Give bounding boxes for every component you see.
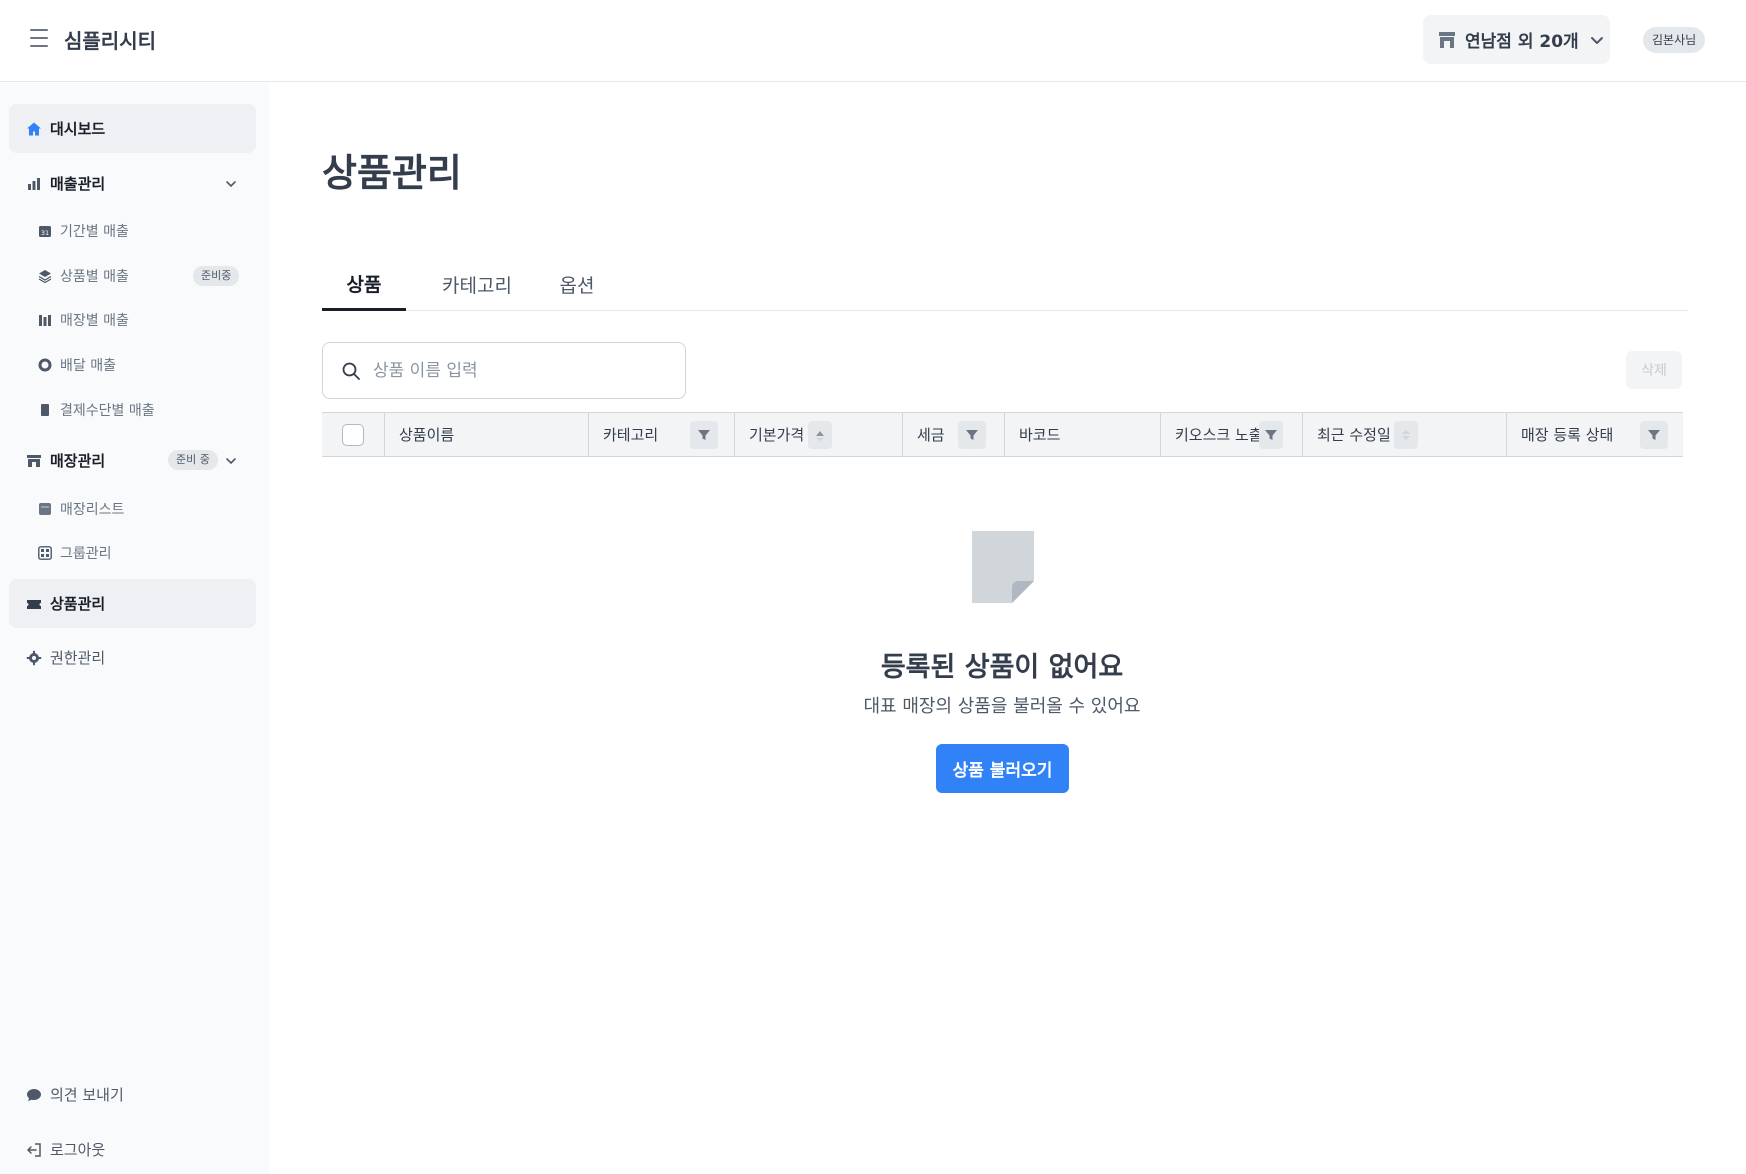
- import-products-button[interactable]: 상품 불러오기: [936, 744, 1069, 793]
- chevron-down-icon[interactable]: [224, 177, 238, 191]
- sidebar-subitem-label: 배달 매출: [60, 358, 116, 374]
- filter-icon[interactable]: [1259, 421, 1283, 449]
- page-title: 상품관리: [322, 151, 462, 195]
- bar-chart-icon: [28, 177, 40, 190]
- receipt-icon: [41, 404, 49, 416]
- search-input[interactable]: [373, 360, 663, 381]
- user-profile-chip[interactable]: 김본사님: [1643, 27, 1706, 53]
- chevron-down-icon: [1590, 36, 1603, 44]
- sidebar-item-label: 로그아웃: [50, 1141, 106, 1159]
- tab-products[interactable]: 상품: [322, 258, 406, 311]
- donut-icon: [38, 358, 52, 372]
- store-icon: [1439, 31, 1455, 48]
- filter-icon[interactable]: [1640, 421, 1668, 449]
- column-label: 바코드: [1019, 426, 1061, 444]
- sidebar-item-sales[interactable]: 매출관리: [9, 159, 256, 208]
- sidebar-item-label: 매장관리: [50, 452, 106, 470]
- sidebar-subitem-period-sales[interactable]: 31 기간별 매출: [38, 216, 129, 246]
- empty-state-title: 등록된 상품이 없어요: [880, 652, 1124, 683]
- ticket-icon: [27, 599, 41, 609]
- sidebar-item-logout[interactable]: 로그아웃: [9, 1125, 256, 1174]
- sort-asc-icon[interactable]: [808, 421, 832, 449]
- tab-categories[interactable]: 카테고리: [422, 258, 532, 311]
- tab-bar: 상품 카테고리 옵션: [322, 258, 1688, 311]
- column-label: 매장 등록 상태: [1521, 426, 1614, 444]
- column-header-name: 상품이름: [384, 413, 588, 456]
- calendar-icon: 31: [39, 226, 51, 237]
- table-header: 상품이름 카테고리 기본가격 세금 바코드 키오스크 노출 최근 수정일 매장 …: [322, 412, 1683, 457]
- hamburger-menu-icon[interactable]: [30, 29, 48, 51]
- sidebar-subitem-store-list[interactable]: 매장리스트: [38, 494, 124, 524]
- store-icon: [27, 454, 41, 467]
- sidebar-subitem-product-sales[interactable]: 상품별 매출: [38, 261, 129, 291]
- sidebar-subitem-label: 결제수단별 매출: [60, 403, 155, 419]
- sidebar-item-dashboard[interactable]: 대시보드: [9, 104, 256, 153]
- column-label: 키오스크 노출: [1175, 426, 1263, 444]
- sort-icon[interactable]: [1394, 421, 1418, 449]
- sidebar: 대시보드 매출관리 31 기간별 매출 상품별 매출 준비중 매장별 매출 배달…: [0, 83, 269, 1174]
- document-icon: [972, 531, 1034, 603]
- sidebar-subitem-group-management[interactable]: 그룹관리: [38, 538, 112, 568]
- select-all-cell: [322, 413, 384, 456]
- empty-state-description: 대표 매장의 상품을 불러올 수 있어요: [863, 696, 1141, 717]
- grid-icon: [38, 546, 52, 560]
- tab-options[interactable]: 옵션: [544, 258, 610, 311]
- sidebar-subitem-payment-sales[interactable]: 결제수단별 매출: [38, 395, 155, 425]
- chat-bubble-icon: [27, 1088, 41, 1101]
- logout-icon: [26, 1142, 41, 1157]
- delete-button[interactable]: 삭제: [1626, 351, 1682, 389]
- sidebar-item-feedback[interactable]: 의견 보내기: [9, 1070, 256, 1119]
- select-all-checkbox[interactable]: [342, 423, 364, 446]
- column-label: 최근 수정일: [1317, 426, 1391, 444]
- status-badge: 준비 중: [168, 450, 218, 470]
- sidebar-subitem-label: 매장별 매출: [60, 313, 129, 329]
- sidebar-subitem-label: 매장리스트: [60, 502, 125, 518]
- sidebar-item-label: 매출관리: [50, 175, 106, 193]
- search-icon: [342, 362, 360, 380]
- search-box: [322, 342, 686, 399]
- app-title: 심플리시티: [64, 29, 156, 53]
- sidebar-subitem-delivery-sales[interactable]: 배달 매출: [38, 350, 116, 380]
- home-icon: [27, 122, 41, 135]
- sidebar-item-label: 상품관리: [50, 595, 106, 613]
- sidebar-subitem-label: 기간별 매출: [60, 224, 129, 240]
- filter-icon[interactable]: [958, 421, 986, 449]
- filter-icon[interactable]: [690, 421, 718, 449]
- layers-icon: [38, 270, 52, 283]
- column-header-barcode: 바코드: [1004, 413, 1160, 456]
- svg-text:31: 31: [41, 229, 49, 237]
- column-label: 세금: [917, 426, 945, 444]
- sidebar-item-label: 대시보드: [50, 120, 106, 138]
- column-header-tax: 세금: [902, 413, 1004, 456]
- sidebar-subitem-label: 그룹관리: [60, 546, 112, 562]
- sidebar-item-label: 의견 보내기: [50, 1086, 124, 1104]
- column-label: 상품이름: [399, 426, 455, 444]
- sidebar-subitem-label: 상품별 매출: [60, 269, 129, 285]
- top-header: 심플리시티 연남점 외 20개 김본사님: [0, 0, 1746, 82]
- sidebar-item-products[interactable]: 상품관리: [9, 579, 256, 628]
- columns-icon: [39, 315, 51, 326]
- store-select-dropdown[interactable]: 연남점 외 20개: [1423, 15, 1610, 64]
- store-list-icon: [39, 503, 51, 515]
- sidebar-subitem-store-sales[interactable]: 매장별 매출: [38, 305, 129, 335]
- sidebar-item-stores[interactable]: 매장관리: [9, 436, 256, 485]
- column-label: 기본가격: [749, 426, 805, 444]
- column-label: 카테고리: [603, 426, 659, 444]
- store-select-label: 연남점 외 20개: [1465, 32, 1579, 52]
- status-badge: 준비중: [193, 266, 240, 286]
- chevron-down-icon[interactable]: [224, 454, 238, 468]
